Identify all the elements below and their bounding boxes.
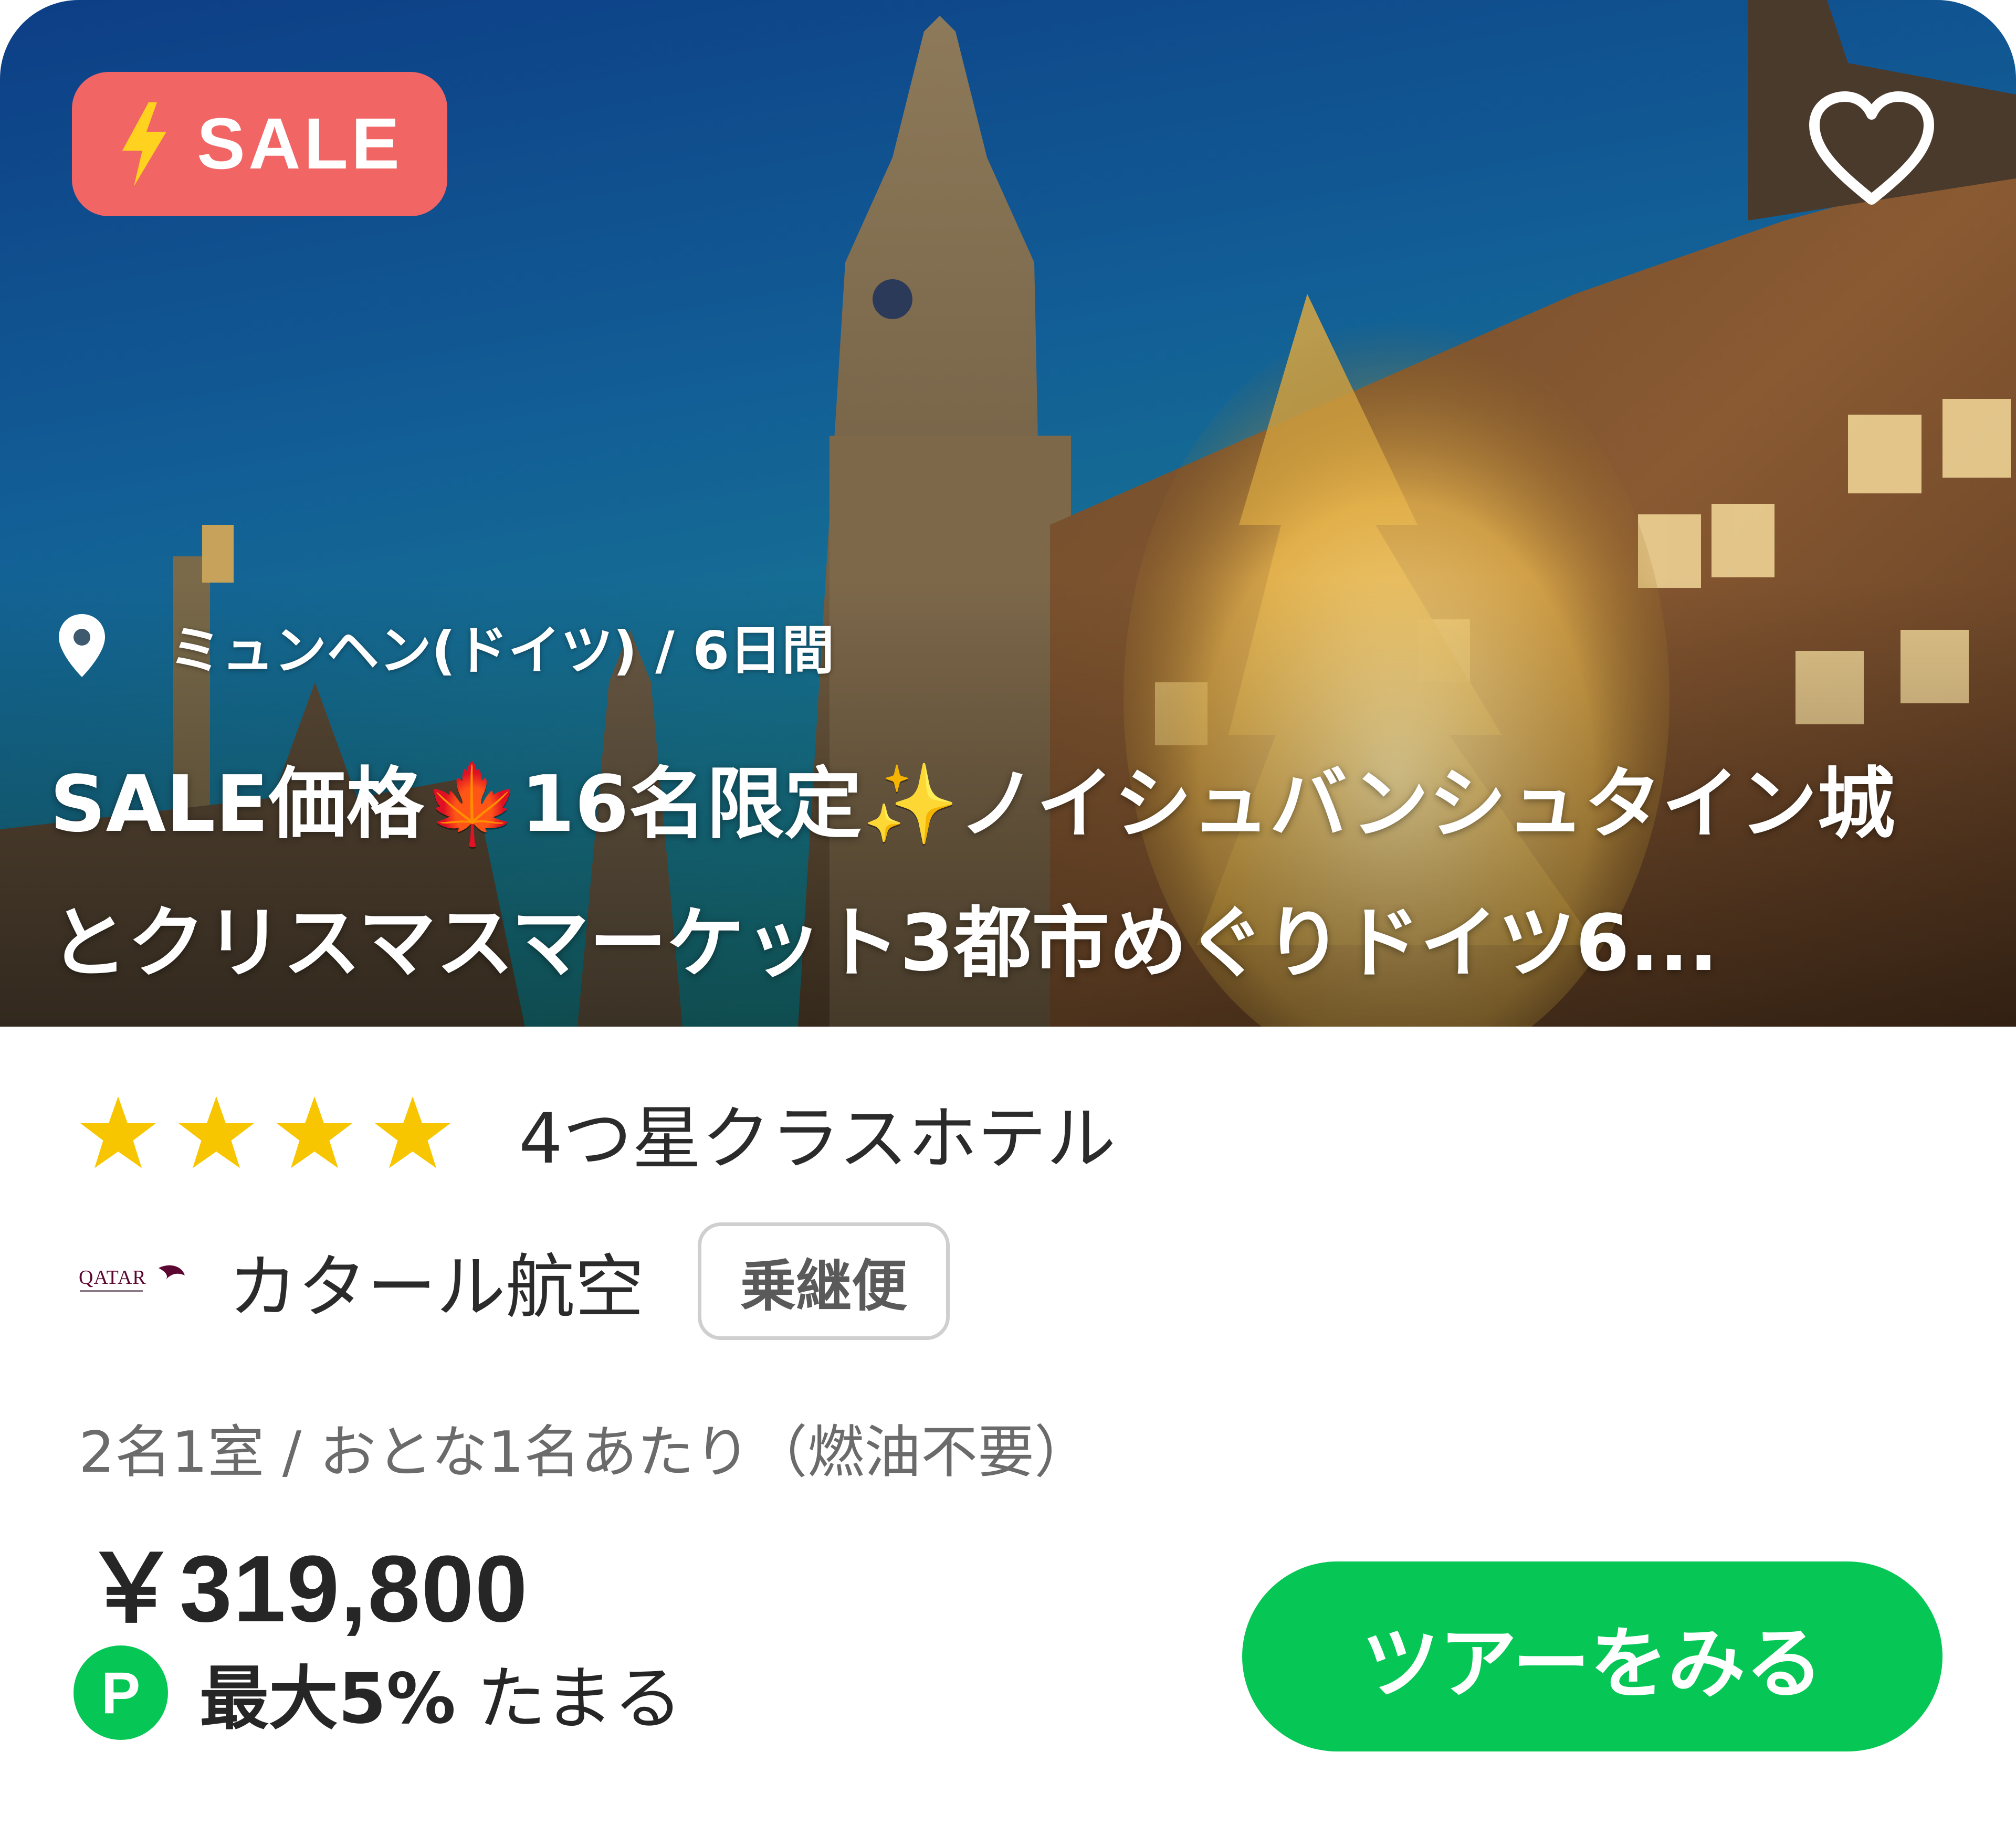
svg-text:QATAR: QATAR <box>79 1266 146 1289</box>
location-pin-icon <box>59 614 105 677</box>
hotel-class-label: 4つ星クラスホテル <box>519 1098 1116 1179</box>
star-icon <box>80 1096 156 1168</box>
hero-image[interactable]: SALE ミュンヘン(ドイツ) / 6日間 SALE価格🍁16名限定✨ノイシュバ… <box>0 0 2016 1027</box>
qatar-airways-logo: QATAR <box>79 1265 185 1292</box>
points-rate: 最大5% <box>200 1658 456 1739</box>
star-icon <box>375 1096 450 1168</box>
points-icon: P <box>74 1645 168 1740</box>
connecting-flight-badge: 乗継便 <box>698 1222 950 1340</box>
star-rating <box>79 1093 471 1172</box>
points-suffix: たまる <box>477 1658 683 1739</box>
sale-badge: SALE <box>72 72 447 216</box>
airline-name: カタール航空 <box>228 1247 644 1328</box>
hotel-rating: 4つ星クラスホテル <box>79 1085 1116 1180</box>
star-icon <box>178 1096 254 1168</box>
tour-price: ￥319,800 <box>84 1536 529 1642</box>
favorite-button[interactable] <box>1806 88 1937 209</box>
lightning-bolt-icon <box>122 102 166 186</box>
heart-outline-icon <box>1809 91 1934 205</box>
star-icon <box>277 1096 352 1168</box>
price-condition: 2名1室 / おとな1名あたり（燃油不要） <box>79 1420 1091 1485</box>
location-text: ミュンヘン(ドイツ) / 6日間 <box>169 619 835 681</box>
sale-badge-label: SALE <box>197 103 403 184</box>
tour-card[interactable]: SALE ミュンヘン(ドイツ) / 6日間 SALE価格🍁16名限定✨ノイシュバ… <box>0 0 2016 1826</box>
points-info: P 最大5% たまる <box>74 1645 682 1740</box>
location-line: ミュンヘン(ドイツ) / 6日間 <box>58 609 834 682</box>
view-tour-button[interactable]: ツアーをみる <box>1242 1561 1942 1751</box>
tour-title[interactable]: SALE価格🍁16名限定✨ノイシュバンシュタイン城とクリスマスマーケット3都市め… <box>50 735 1950 1013</box>
airline-info: QATAR カタール航空 乗継便 <box>79 1221 950 1342</box>
